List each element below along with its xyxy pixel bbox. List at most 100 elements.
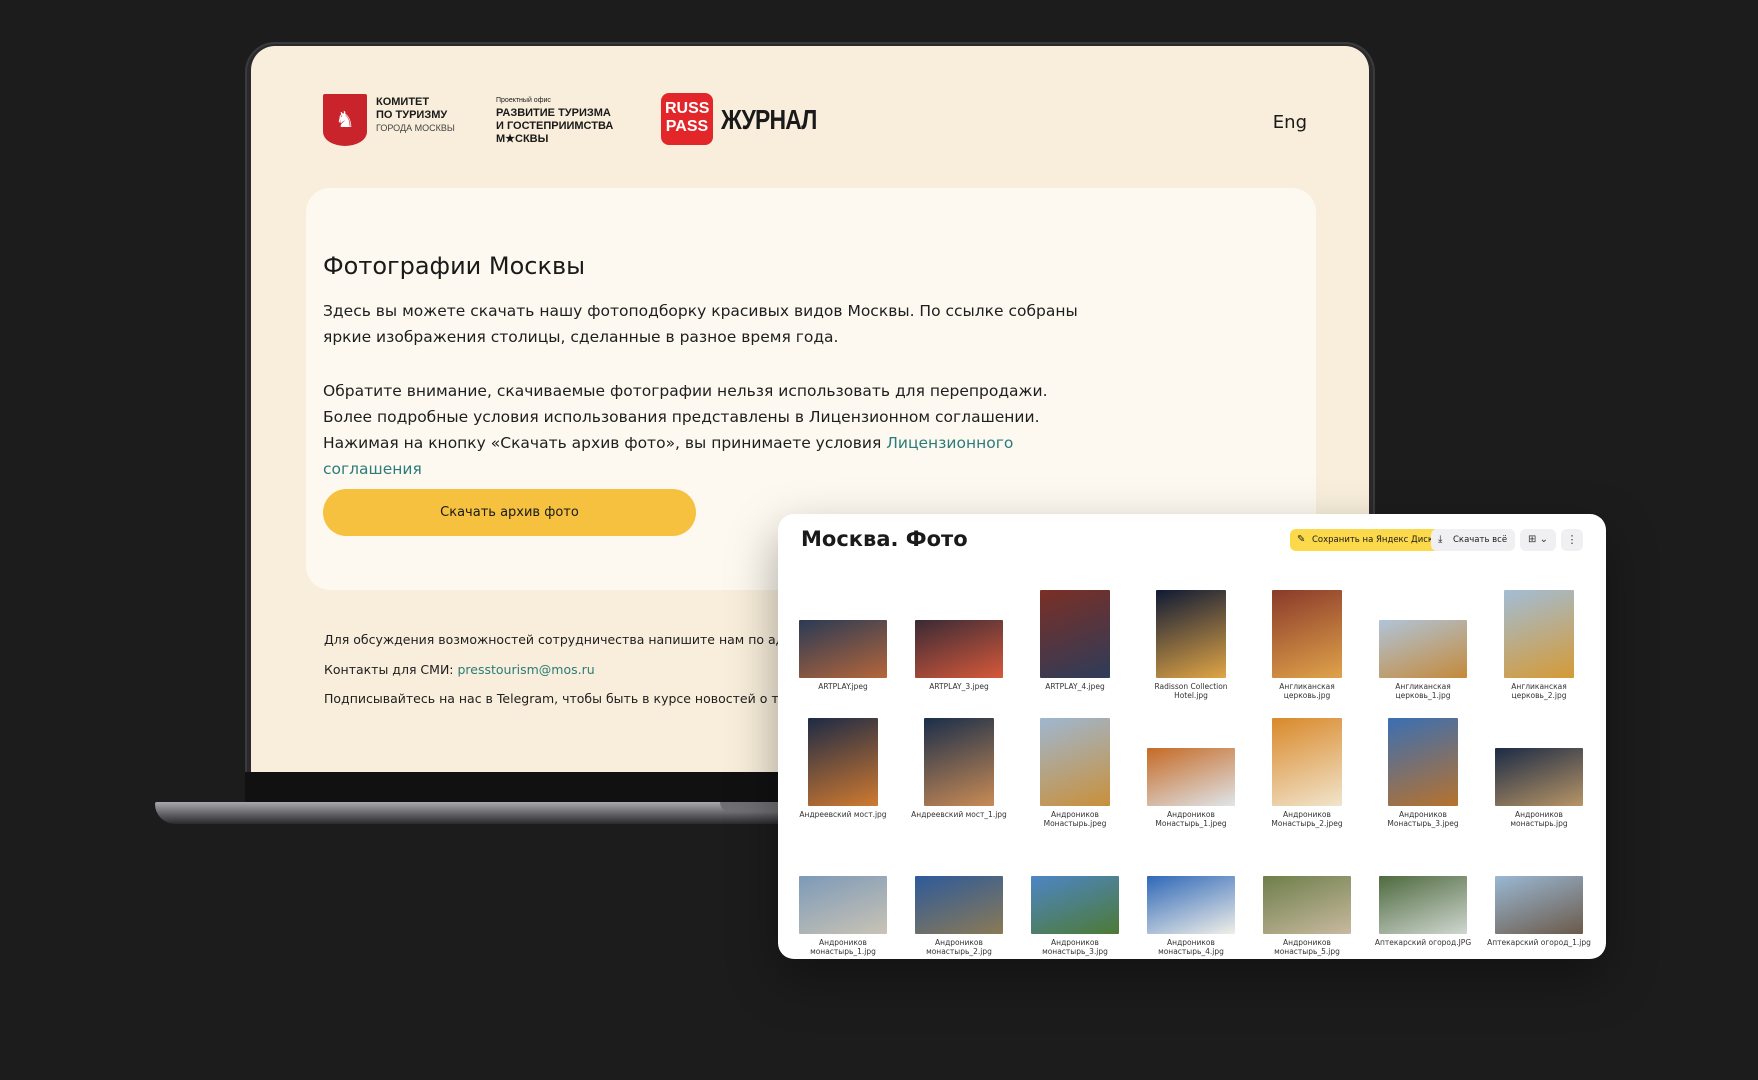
file-name: Англиканская церковь_1.jpg: [1395, 682, 1451, 700]
file-thumbnail[interactable]: [1263, 876, 1351, 934]
file-thumbnail[interactable]: [799, 876, 887, 934]
save-to-disk-label: Сохранить на Яндекс Диск: [1312, 535, 1434, 545]
file-tile[interactable]: Англиканская церковь.jpg: [1255, 584, 1359, 712]
file-name: ARTPLAY.jpeg: [818, 682, 868, 691]
download-all-button[interactable]: ⤓ Скачать всё: [1431, 529, 1516, 551]
project-office-logo[interactable]: Проектный офис РАЗВИТИЕ ТУРИЗМА И ГОСТЕП…: [496, 94, 613, 146]
file-thumbnail[interactable]: [799, 620, 887, 678]
file-name: Андроников Монастырь_2.jpeg: [1271, 810, 1343, 828]
file-thumbnail[interactable]: [924, 718, 994, 806]
press-contacts: Контакты для СМИ: presstourism@mos.ru: [324, 662, 595, 677]
russpass-logo[interactable]: RUSS PASS: [661, 93, 713, 145]
file-name: Андреевский мост_1.jpg: [911, 810, 1007, 819]
site-header: ♞ КОМИТЕТ ПО ТУРИЗМУ ГОРОДА МОСКВЫ Проек…: [251, 46, 1369, 186]
file-thumbnail[interactable]: [1147, 748, 1235, 806]
file-name: ARTPLAY_3.jpeg: [929, 682, 989, 691]
file-tile[interactable]: Андроников монастырь_4.jpg: [1139, 840, 1243, 959]
file-tile[interactable]: Англиканская церковь_1.jpg: [1371, 584, 1475, 712]
file-thumbnail[interactable]: [1495, 748, 1583, 806]
file-tile[interactable]: Андроников монастырь_5.jpg: [1255, 840, 1359, 959]
press-email-link[interactable]: presstourism@mos.ru: [457, 662, 594, 677]
file-name: Андроников монастырь_5.jpg: [1274, 938, 1340, 956]
file-tile[interactable]: Андроников монастырь_3.jpg: [1023, 840, 1127, 959]
file-name: Андроников монастырь.jpg: [1510, 810, 1568, 828]
file-name: Англиканская церковь_2.jpg: [1511, 682, 1567, 700]
file-thumbnail[interactable]: [1156, 590, 1226, 678]
file-name: ARTPLAY_4.jpeg: [1045, 682, 1105, 691]
file-name: Андроников Монастырь_1.jpeg: [1155, 810, 1227, 828]
file-name: Андроников монастырь_4.jpg: [1158, 938, 1224, 956]
intro-paragraph: Здесь вы можете скачать нашу фотоподборк…: [323, 302, 1078, 346]
file-tile[interactable]: ARTPLAY.jpeg: [791, 584, 895, 712]
language-switch[interactable]: Eng: [1273, 112, 1307, 133]
file-thumbnail[interactable]: [1379, 876, 1467, 934]
file-grid: ARTPLAY.jpeg ARTPLAY_3.jpeg ARTPLAY_4.jpeg…: [791, 584, 1591, 959]
file-thumbnail[interactable]: [1379, 620, 1467, 678]
file-thumbnail[interactable]: [808, 718, 878, 806]
file-thumbnail[interactable]: [1040, 718, 1110, 806]
download-archive-button[interactable]: Скачать архив фото: [323, 489, 696, 536]
file-name: Аптекарский огород_1.jpg: [1487, 938, 1591, 947]
moscow-coat-of-arms-icon[interactable]: ♞: [323, 94, 367, 146]
file-thumbnail[interactable]: [1147, 876, 1235, 934]
notice-paragraph: Обратите внимание, скачиваемые фотографи…: [323, 382, 1048, 426]
file-name: Андреевский мост.jpg: [799, 810, 887, 819]
cooperation-text: Для обсуждения возможностей сотрудничест…: [324, 632, 815, 647]
file-tile[interactable]: Андроников Монастырь_3.jpeg: [1371, 712, 1475, 840]
russpass-line2: PASS: [665, 118, 709, 135]
grid-view-icon[interactable]: ⊞ ⌄: [1520, 529, 1556, 551]
file-name: Аптекарский огород.JPG: [1374, 938, 1472, 947]
file-thumbnail[interactable]: [1504, 590, 1574, 678]
project-line1: РАЗВИТИЕ ТУРИЗМА: [496, 107, 611, 119]
telegram-text: Подписывайтесь на нас в Telegram, чтобы …: [324, 691, 809, 706]
file-tile[interactable]: Андреевский мост_1.jpg: [907, 712, 1011, 840]
file-tile[interactable]: Андроников монастырь_2.jpg: [907, 840, 1011, 959]
file-thumbnail[interactable]: [1388, 718, 1458, 806]
file-thumbnail[interactable]: [1272, 718, 1342, 806]
project-small: Проектный офис: [496, 97, 551, 104]
file-tile[interactable]: Аптекарский огород_1.jpg: [1487, 840, 1591, 959]
file-name: Англиканская церковь.jpg: [1279, 682, 1335, 700]
folder-title: Москва. Фото: [801, 527, 968, 551]
file-thumbnail[interactable]: [915, 620, 1003, 678]
committee-line1: КОМИТЕТ: [376, 96, 430, 108]
file-thumbnail[interactable]: [1031, 876, 1119, 934]
file-name: Radisson Collection Hotel.jpg: [1154, 682, 1228, 700]
yandex-disk-panel: Москва. Фото ✎ Сохранить на Яндекс Диск ⤓…: [778, 514, 1606, 959]
download-icon: ⤓: [1438, 534, 1443, 545]
file-thumbnail[interactable]: [1272, 590, 1342, 678]
file-thumbnail[interactable]: [915, 876, 1003, 934]
journal-logo[interactable]: ЖУРНАЛ: [721, 104, 817, 136]
terms-text: Нажимая на кнопку «Скачать архив фото», …: [323, 434, 887, 452]
file-name: Андроников монастырь_1.jpg: [810, 938, 876, 956]
file-tile[interactable]: Андроников монастырь_1.jpg: [791, 840, 895, 959]
terms-paragraph: Нажимая на кнопку «Скачать архив фото», …: [323, 430, 1083, 482]
download-all-label: Скачать всё: [1453, 535, 1508, 545]
russpass-line1: RUSS: [665, 100, 710, 117]
committee-logo[interactable]: КОМИТЕТ ПО ТУРИЗМУ ГОРОДА МОСКВЫ: [376, 96, 455, 135]
file-thumbnail[interactable]: [1040, 590, 1110, 678]
save-to-disk-button[interactable]: ✎ Сохранить на Яндекс Диск: [1290, 529, 1442, 551]
more-vertical-icon[interactable]: ⋮: [1561, 529, 1583, 551]
project-line2: И ГОСТЕПРИИМСТВА: [496, 120, 614, 132]
file-tile[interactable]: ARTPLAY_3.jpeg: [907, 584, 1011, 712]
file-thumbnail[interactable]: [1495, 876, 1583, 934]
file-name: Андроников монастырь_3.jpg: [1042, 938, 1108, 956]
file-tile[interactable]: Radisson Collection Hotel.jpg: [1139, 584, 1243, 712]
file-name: Андроников Монастырь.jpeg: [1043, 810, 1107, 828]
file-tile[interactable]: Андроников Монастырь_1.jpeg: [1139, 712, 1243, 840]
file-tile[interactable]: Андроников Монастырь_2.jpeg: [1255, 712, 1359, 840]
file-tile[interactable]: Аптекарский огород.JPG: [1371, 840, 1475, 959]
file-tile[interactable]: Андреевский мост.jpg: [791, 712, 895, 840]
file-name: Андроников монастырь_2.jpg: [926, 938, 992, 956]
file-tile[interactable]: Англиканская церковь_2.jpg: [1487, 584, 1591, 712]
press-label: Контакты для СМИ:: [324, 662, 458, 677]
file-tile[interactable]: Андроников монастырь.jpg: [1487, 712, 1591, 840]
project-line3: М★СКВЫ: [496, 133, 549, 145]
file-tile[interactable]: Андроников Монастырь.jpeg: [1023, 712, 1127, 840]
page-title: Фотографии Москвы: [323, 252, 586, 280]
file-tile[interactable]: ARTPLAY_4.jpeg: [1023, 584, 1127, 712]
committee-line3: ГОРОДА МОСКВЫ: [376, 123, 455, 133]
committee-line2: ПО ТУРИЗМУ: [376, 109, 448, 121]
file-name: Андроников Монастырь_3.jpeg: [1387, 810, 1459, 828]
